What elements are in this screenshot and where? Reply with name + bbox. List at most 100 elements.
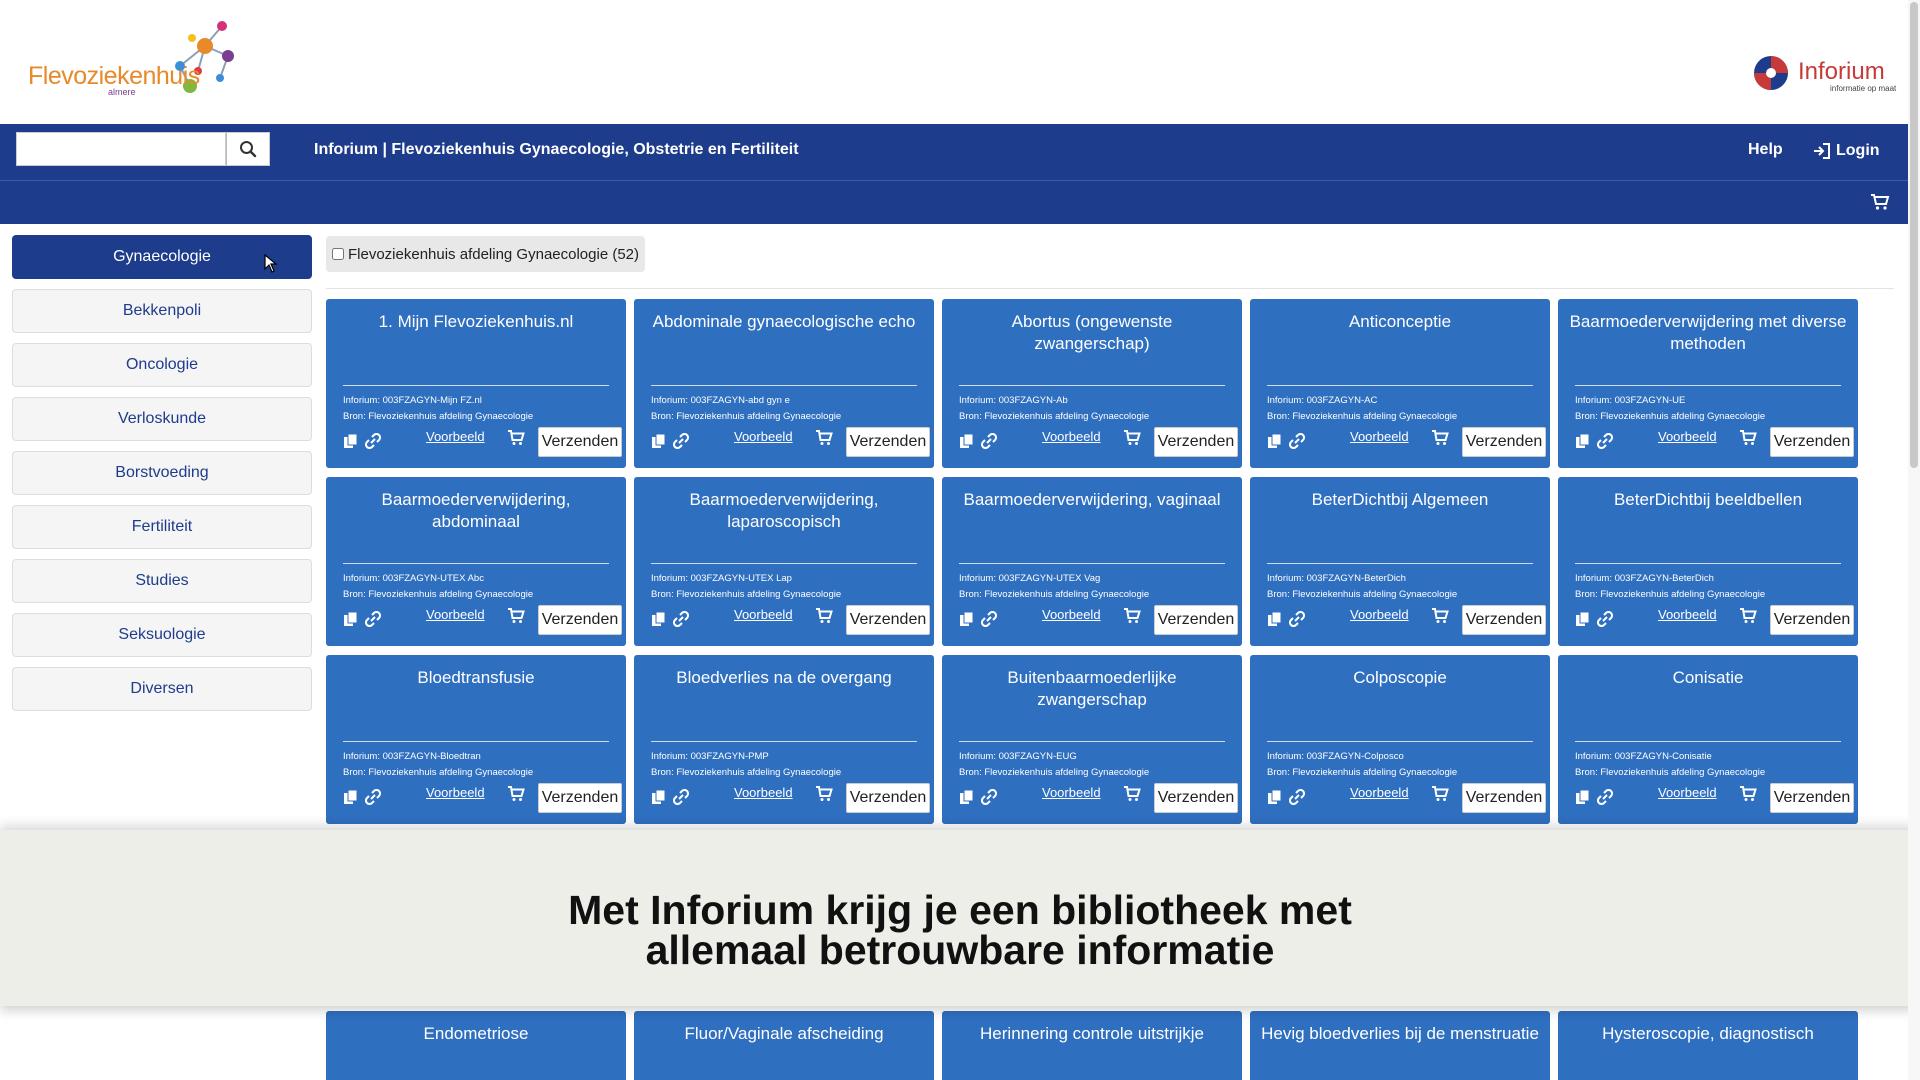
copy-icon[interactable] bbox=[959, 611, 974, 632]
preview-link[interactable]: Voorbeeld bbox=[1350, 607, 1409, 622]
brochure-card[interactable]: Endometriose bbox=[326, 1011, 626, 1080]
cart-icon[interactable] bbox=[815, 786, 833, 807]
copy-icon[interactable] bbox=[1575, 789, 1590, 810]
link-icon[interactable] bbox=[364, 788, 382, 810]
sidebar-item-seksuologie[interactable]: Seksuologie bbox=[12, 613, 312, 657]
copy-icon[interactable] bbox=[343, 789, 358, 810]
department-filter-checkbox[interactable] bbox=[332, 248, 344, 260]
brochure-card[interactable]: Abortus (ongewenste zwangerschap) Inforiu… bbox=[942, 299, 1242, 468]
brochure-card[interactable]: Baarmoederverwijdering, laparoscopisch In… bbox=[634, 477, 934, 646]
preview-link[interactable]: Voorbeeld bbox=[426, 429, 485, 444]
send-button[interactable]: Verzenden bbox=[538, 783, 622, 813]
cart-icon[interactable] bbox=[815, 608, 833, 629]
card-title[interactable]: Buitenbaarmoederlijke zwangerschap bbox=[952, 667, 1232, 715]
cart-icon[interactable] bbox=[1431, 786, 1449, 807]
link-icon[interactable] bbox=[980, 610, 998, 632]
link-icon[interactable] bbox=[364, 610, 382, 632]
link-icon[interactable] bbox=[1596, 788, 1614, 810]
brochure-card[interactable]: Buitenbaarmoederlijke zwangerschap Infori… bbox=[942, 655, 1242, 824]
copy-icon[interactable] bbox=[651, 433, 666, 454]
send-button[interactable]: Verzenden bbox=[1154, 605, 1238, 635]
sidebar-item-bekkenpoli[interactable]: Bekkenpoli bbox=[12, 289, 312, 333]
sidebar-item-oncologie[interactable]: Oncologie bbox=[12, 343, 312, 387]
card-title[interactable]: 1. Mijn Flevoziekenhuis.nl bbox=[336, 311, 616, 359]
help-link[interactable]: Help bbox=[1748, 141, 1783, 159]
send-button[interactable]: Verzenden bbox=[1462, 783, 1546, 813]
link-icon[interactable] bbox=[672, 610, 690, 632]
brochure-card[interactable]: Conisatie Inforium: 003FZAGYN-Conisatie Br… bbox=[1558, 655, 1858, 824]
copy-icon[interactable] bbox=[343, 433, 358, 454]
sidebar-item-diversen[interactable]: Diversen bbox=[12, 667, 312, 711]
send-button[interactable]: Verzenden bbox=[538, 605, 622, 635]
brochure-card[interactable]: Anticonceptie Inforium: 003FZAGYN-AC Bron:… bbox=[1250, 299, 1550, 468]
sidebar-item-fertiliteit[interactable]: Fertiliteit bbox=[12, 505, 312, 549]
card-title[interactable]: Colposcopie bbox=[1260, 667, 1540, 715]
preview-link[interactable]: Voorbeeld bbox=[426, 607, 485, 622]
cart-icon[interactable] bbox=[1739, 608, 1757, 629]
cart-icon[interactable] bbox=[1431, 608, 1449, 629]
brochure-card[interactable]: BeterDichtbij Algemeen Inforium: 003FZAGY… bbox=[1250, 477, 1550, 646]
card-title[interactable]: Baarmoederverwijdering, abdominaal bbox=[336, 489, 616, 537]
link-icon[interactable] bbox=[1288, 610, 1306, 632]
copy-icon[interactable] bbox=[1575, 611, 1590, 632]
brochure-card[interactable]: Baarmoederverwijdering met diverse metho… bbox=[1558, 299, 1858, 468]
inforium-logo[interactable]: Inforium informatie op maat bbox=[1752, 52, 1902, 96]
preview-link[interactable]: Voorbeeld bbox=[1042, 785, 1101, 800]
cart-icon[interactable] bbox=[507, 430, 525, 451]
brochure-card[interactable]: Baarmoederverwijdering, abdominaal Infori… bbox=[326, 477, 626, 646]
brochure-card[interactable]: Hevig bloedverlies bij de menstruatie bbox=[1250, 1011, 1550, 1080]
card-title[interactable]: Conisatie bbox=[1568, 667, 1848, 715]
sidebar-item-borstvoeding[interactable]: Borstvoeding bbox=[12, 451, 312, 495]
link-icon[interactable] bbox=[980, 788, 998, 810]
send-button[interactable]: Verzenden bbox=[1770, 605, 1854, 635]
send-button[interactable]: Verzenden bbox=[1462, 605, 1546, 635]
card-title[interactable]: Fluor/Vaginale afscheiding bbox=[644, 1023, 924, 1071]
cart-icon[interactable] bbox=[1739, 430, 1757, 451]
cart-icon[interactable] bbox=[1431, 430, 1449, 451]
send-button[interactable]: Verzenden bbox=[538, 427, 622, 457]
preview-link[interactable]: Voorbeeld bbox=[734, 607, 793, 622]
link-icon[interactable] bbox=[672, 788, 690, 810]
search-button[interactable] bbox=[226, 132, 270, 166]
login-link[interactable]: Login bbox=[1812, 142, 1880, 160]
search-input[interactable] bbox=[16, 132, 226, 166]
link-icon[interactable] bbox=[980, 432, 998, 454]
brochure-card[interactable]: Bloedtransfusie Inforium: 003FZAGYN-Bloed… bbox=[326, 655, 626, 824]
department-filter[interactable]: Flevoziekenhuis afdeling Gynaecologie (5… bbox=[326, 236, 646, 272]
scrollbar-thumb[interactable] bbox=[1910, 2, 1918, 468]
card-title[interactable]: Herinnering controle uitstrijkje bbox=[952, 1023, 1232, 1071]
brochure-card[interactable]: Fluor/Vaginale afscheiding bbox=[634, 1011, 934, 1080]
copy-icon[interactable] bbox=[343, 611, 358, 632]
flevoziekenhuis-logo[interactable]: Flevoziekenhuis almere bbox=[28, 16, 234, 106]
cart-icon[interactable] bbox=[1123, 430, 1141, 451]
cart-icon[interactable] bbox=[507, 786, 525, 807]
brochure-card[interactable]: Abdominale gynaecologische echo Inforium:… bbox=[634, 299, 934, 468]
send-button[interactable]: Verzenden bbox=[846, 783, 930, 813]
send-button[interactable]: Verzenden bbox=[1770, 427, 1854, 457]
card-title[interactable]: BeterDichtbij beeldbellen bbox=[1568, 489, 1848, 537]
cart-icon[interactable] bbox=[1123, 786, 1141, 807]
cart-icon[interactable] bbox=[1739, 786, 1757, 807]
link-icon[interactable] bbox=[1288, 788, 1306, 810]
link-icon[interactable] bbox=[364, 432, 382, 454]
preview-link[interactable]: Voorbeeld bbox=[1350, 429, 1409, 444]
header-cart-button[interactable] bbox=[1870, 193, 1890, 216]
send-button[interactable]: Verzenden bbox=[1154, 783, 1238, 813]
send-button[interactable]: Verzenden bbox=[1462, 427, 1546, 457]
preview-link[interactable]: Voorbeeld bbox=[426, 785, 485, 800]
copy-icon[interactable] bbox=[959, 433, 974, 454]
copy-icon[interactable] bbox=[1575, 433, 1590, 454]
preview-link[interactable]: Voorbeeld bbox=[1042, 607, 1101, 622]
copy-icon[interactable] bbox=[651, 789, 666, 810]
copy-icon[interactable] bbox=[651, 611, 666, 632]
preview-link[interactable]: Voorbeeld bbox=[734, 785, 793, 800]
copy-icon[interactable] bbox=[1267, 611, 1282, 632]
preview-link[interactable]: Voorbeeld bbox=[1658, 429, 1717, 444]
card-title[interactable]: Bloedverlies na de overgang bbox=[644, 667, 924, 715]
cart-icon[interactable] bbox=[1123, 608, 1141, 629]
cart-icon[interactable] bbox=[815, 430, 833, 451]
link-icon[interactable] bbox=[1596, 610, 1614, 632]
card-title[interactable]: Bloedtransfusie bbox=[336, 667, 616, 715]
brochure-card[interactable]: Bloedverlies na de overgang Inforium: 003… bbox=[634, 655, 934, 824]
copy-icon[interactable] bbox=[959, 789, 974, 810]
